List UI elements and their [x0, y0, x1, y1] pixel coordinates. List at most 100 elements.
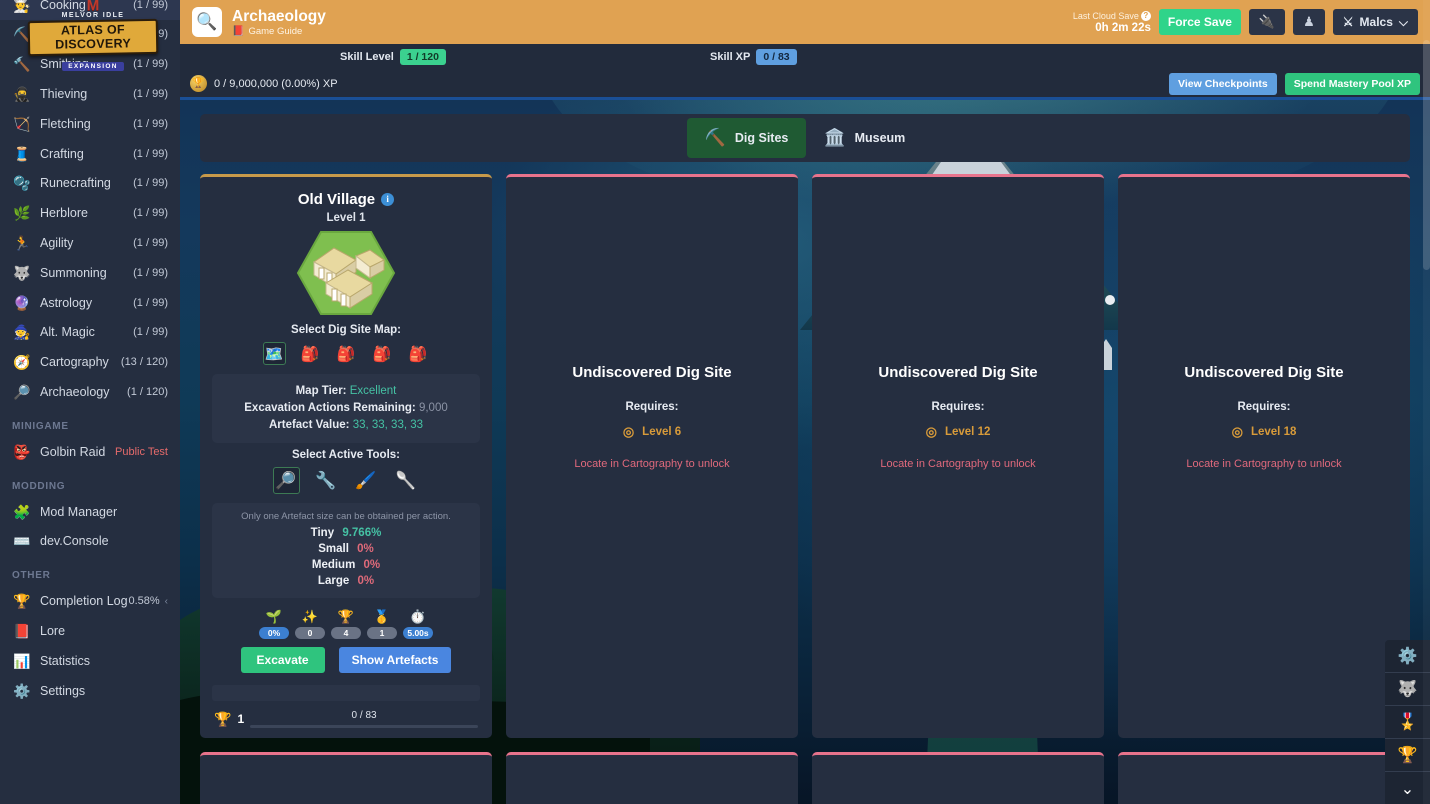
stat-mastery-bonus-value: 0%	[259, 627, 289, 639]
settings-icon: ⚙️	[13, 682, 31, 699]
sidebar-item-agility[interactable]: 🏃 Agility (1 / 99)	[0, 228, 180, 258]
artefact-size-large: Large 0%	[220, 573, 472, 589]
archaeology-level-icon: ◎	[1231, 424, 1243, 439]
page-scrollbar[interactable]	[1423, 0, 1430, 804]
sidebar-item-lore[interactable]: 📕 Lore	[0, 616, 180, 646]
sidebar-item-crafting[interactable]: 🧵 Crafting (1 / 99)	[0, 139, 180, 169]
sidebar-item-label: Archaeology	[40, 385, 110, 400]
swords-icon: ⚔	[1342, 15, 1354, 29]
sidebar-item-mod-manager[interactable]: 🧩 Mod Manager	[0, 497, 180, 527]
requires-label-2: Requires:	[931, 401, 985, 413]
header-actions: Last Cloud Save? 0h 2m 22s Force Save 🔌 …	[1073, 9, 1418, 35]
crafting-icon: 🧵	[13, 145, 31, 162]
artefact-size-medium: Medium 0%	[220, 557, 472, 573]
undiscovered-title-3: Undiscovered Dig Site	[1184, 364, 1344, 381]
sidebar-item-herblore[interactable]: 🌿 Herblore (1 / 99)	[0, 198, 180, 228]
mastery-pool-text: 0 / 9,000,000 (0.00%) XP	[214, 77, 338, 90]
scrollbar-thumb[interactable]	[1423, 40, 1430, 270]
tab-bar: ⛏️ Dig Sites 🏛️ Museum	[200, 114, 1410, 162]
sidebar-item-value: (1 / 99)	[133, 326, 168, 339]
sidebar-item-fletching[interactable]: 🏹 Fletching (1 / 99)	[0, 109, 180, 139]
dig-site-card-row2-1	[200, 752, 492, 804]
sidebar-item-golbin-raid[interactable]: 👺 Golbin Raid Public Test	[0, 437, 180, 467]
mastery-progress-bar	[250, 725, 478, 728]
sidebar-item-archaeology[interactable]: 🔎 Archaeology (1 / 120)	[0, 377, 180, 407]
requires-level-2: Level 12	[944, 426, 991, 438]
map-slot-3[interactable]: 🎒	[335, 342, 358, 365]
melvor-idle-app: 🍖Firemaking(1 / 99)👨‍🍳Cooking(1 / 99)⛏️M…	[0, 0, 1430, 804]
mastery-bonus-icon: 🌱	[265, 609, 283, 624]
sidebar-item-settings[interactable]: ⚙️ Settings	[0, 676, 180, 706]
stat-badge-list: 🌱 0% ✨ 0 🏆 4 🥇 1 ⏱️ 5.00s	[212, 608, 480, 639]
sidebar-item-smithing[interactable]: 🔨 Smithing (1 / 99)	[0, 49, 180, 79]
user-menu-button[interactable]: ⚔ Malcs ⌵	[1332, 9, 1418, 35]
skill-xp-value: 0 / 83	[756, 49, 797, 65]
map-info-box: Map Tier: Excellent Excavation Actions R…	[212, 374, 480, 443]
dig-site-card-row2-2	[506, 752, 798, 804]
select-tools-label: Select Active Tools:	[291, 449, 400, 461]
sidebar-item-mining[interactable]: ⛏️ Mining (1 / 99)	[0, 20, 180, 50]
plug-icon-button[interactable]: 🔌	[1248, 9, 1286, 35]
mastery-trophy-icon: 🏆	[214, 710, 232, 727]
map-slot-1[interactable]: 🗺️	[262, 342, 286, 365]
fletching-icon: 🏹	[13, 115, 31, 132]
tab-museum[interactable]: 🏛️ Museum	[806, 118, 923, 158]
sidebar-item-label: Golbin Raid	[40, 444, 106, 459]
spend-mastery-pool-xp-button[interactable]: Spend Mastery Pool XP	[1284, 72, 1420, 95]
sidebar-header-other: OTHER	[12, 570, 51, 582]
map-slot-4[interactable]: 🎒	[371, 342, 394, 365]
map-tier-value: Excellent	[349, 385, 397, 397]
force-save-button[interactable]: Force Save	[1158, 9, 1241, 35]
locate-hint-1: Locate in Cartography to unlock	[574, 458, 730, 470]
chevron-left-icon[interactable]: ‹	[165, 596, 168, 607]
tab-dig-sites[interactable]: ⛏️ Dig Sites	[686, 118, 807, 158]
requires-level-3: Level 18	[1250, 426, 1297, 438]
sidebar-item-cooking[interactable]: 👨‍🍳 Cooking (1 / 99)	[0, 0, 180, 20]
artefact-size-medium-label: Medium	[311, 559, 356, 571]
museum-icon: 🏛️	[824, 128, 846, 147]
sidebar-item-runecrafting[interactable]: 🫧 Runecrafting (1 / 99)	[0, 169, 180, 199]
sidebar-item-label: Crafting	[40, 146, 84, 161]
sidebar-item-completion-log[interactable]: 🏆 Completion Log 0.58% ‹	[0, 586, 180, 616]
locate-hint-3: Locate in Cartography to unlock	[1186, 458, 1342, 470]
show-artefacts-button[interactable]: Show Artefacts	[338, 647, 452, 673]
xp-icon: ✨	[301, 609, 319, 624]
sidebar-item-summoning[interactable]: 🐺 Summoning (1 / 99)	[0, 258, 180, 288]
alt-magic-icon: 🧙	[13, 324, 31, 341]
excavation-actions-label: Excavation Actions Remaining:	[244, 402, 416, 414]
artefact-size-small-value: 0%	[357, 543, 374, 555]
mastery-pool-actions: View Checkpoints Spend Mastery Pool XP	[1169, 72, 1420, 95]
tool-brush[interactable]: 🖌️	[353, 467, 380, 494]
chess-icon-button[interactable]: ♟	[1293, 9, 1325, 35]
sidebar-item-dev-console[interactable]: ⌨️ dev.Console	[0, 527, 180, 557]
excavate-button[interactable]: Excavate	[240, 647, 325, 673]
sidebar-item-label: Settings	[40, 683, 86, 698]
tool-magnifying-glass[interactable]: 🔎	[272, 467, 300, 494]
tool-trowel[interactable]: 🔧	[313, 467, 340, 494]
sidebar-item-cartography[interactable]: 🧭 Cartography (13 / 120)	[0, 347, 180, 377]
dig-site-card-row2-3	[812, 752, 1104, 804]
sidebar-item-astrology[interactable]: 🔮 Astrology (1 / 99)	[0, 288, 180, 318]
mastery-xp-icon: 🏆	[337, 609, 355, 624]
sidebar-item-thieving[interactable]: 🥷 Thieving (1 / 99)	[0, 79, 180, 109]
skill-level-strip: Skill Level 1 / 120 Skill XP 0 / 83	[180, 44, 1430, 70]
sidebar-item-value: (1 / 99)	[133, 207, 168, 220]
tool-shovel[interactable]: 🥄	[393, 467, 420, 494]
skill-level-label: Skill Level	[340, 51, 394, 63]
sidebar-item-alt-magic[interactable]: 🧙 Alt. Magic (1 / 99)	[0, 318, 180, 348]
stat-mastery-pool-value: 1	[367, 627, 397, 639]
map-slot-5[interactable]: 🎒	[407, 342, 430, 365]
cartography-icon: 🧭	[13, 354, 31, 371]
dig-site-card-old-village: Old Village i Level 1 Select Dig Site Ma…	[200, 174, 492, 738]
game-guide-link[interactable]: 📕 Game Guide	[232, 26, 326, 37]
tab-dig-sites-label: Dig Sites	[734, 131, 789, 145]
excavation-actions-value: 9,000	[418, 402, 448, 414]
info-icon[interactable]: i	[381, 193, 395, 206]
dig-site-grid-row2	[200, 752, 1410, 804]
stat-interval-value: 5.00s	[403, 627, 433, 639]
sidebar-item-statistics[interactable]: 📊 Statistics	[0, 646, 180, 676]
view-checkpoints-button[interactable]: View Checkpoints	[1169, 72, 1277, 95]
map-slot-2[interactable]: 🎒	[299, 342, 322, 365]
help-icon[interactable]: ?	[1140, 11, 1151, 21]
dig-site-card-undiscovered-3: Undiscovered Dig Site Requires: ◎ Level …	[1118, 174, 1410, 738]
